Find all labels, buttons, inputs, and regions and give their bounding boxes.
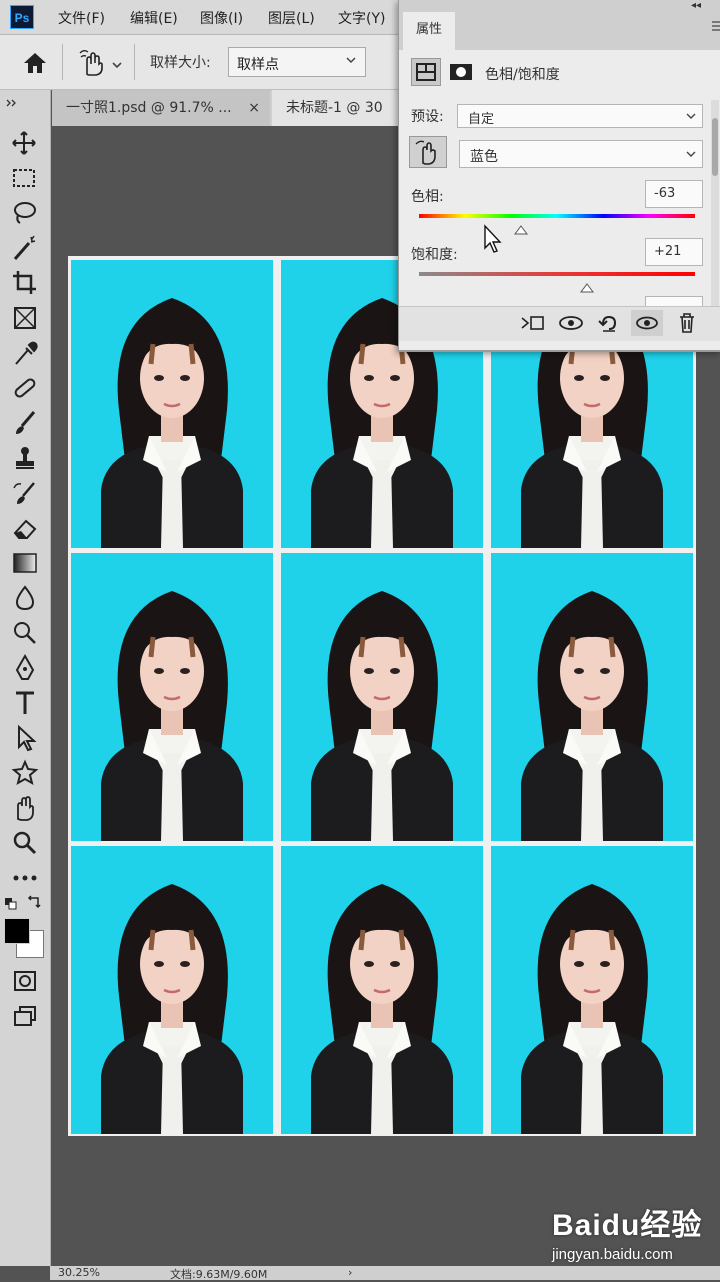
panel-scrollbar[interactable] bbox=[711, 100, 719, 308]
menu-layer[interactable]: 图层(L) bbox=[268, 8, 315, 28]
screen-mode-icon[interactable] bbox=[8, 1001, 42, 1031]
magic-wand-icon[interactable] bbox=[8, 233, 42, 263]
quick-mask-icon[interactable] bbox=[8, 966, 42, 996]
close-icon[interactable]: × bbox=[248, 90, 260, 126]
view-previous-state-icon[interactable] bbox=[557, 312, 585, 334]
menu-file[interactable]: 文件(F) bbox=[58, 8, 105, 28]
swap-colors-icon[interactable] bbox=[26, 894, 42, 910]
watermark-brand: Baidu经验 bbox=[552, 1209, 703, 1242]
lightness-value-field[interactable] bbox=[645, 296, 703, 306]
id-photo bbox=[281, 846, 483, 1134]
preset-select[interactable]: 自定 bbox=[457, 104, 703, 128]
sample-size-select[interactable]: 取样点 bbox=[228, 47, 366, 77]
move-tool-icon[interactable] bbox=[8, 128, 42, 158]
options-divider bbox=[134, 44, 135, 80]
sample-size-value: 取样点 bbox=[237, 57, 279, 73]
hue-label: 色相: bbox=[411, 189, 444, 205]
baidu-watermark: Baidu经验 jingyan.baidu.com bbox=[552, 1200, 702, 1263]
targeted-adjustment-icon[interactable] bbox=[78, 48, 106, 78]
zoom-level[interactable]: 30.25% bbox=[58, 1266, 100, 1279]
saturation-slider-track[interactable] bbox=[419, 272, 695, 276]
properties-panel: ◂◂ 属性 色相/饱和度 预设: 自定 蓝色 色相: -63 饱和度: +21 bbox=[398, 0, 720, 352]
crop-tool-icon[interactable] bbox=[8, 268, 42, 298]
eyedropper-icon[interactable] bbox=[8, 338, 42, 368]
preset-label: 预设: bbox=[411, 109, 444, 125]
id-photo bbox=[491, 846, 693, 1134]
delete-icon[interactable] bbox=[675, 312, 699, 334]
expand-panel-icon[interactable] bbox=[6, 92, 20, 107]
blur-tool-icon[interactable] bbox=[8, 583, 42, 613]
preset-value: 自定 bbox=[468, 112, 495, 127]
tab-properties[interactable]: 属性 bbox=[403, 12, 455, 50]
chevron-down-icon bbox=[345, 54, 357, 70]
id-photo bbox=[281, 553, 483, 841]
menu-edit[interactable]: 编辑(E) bbox=[130, 8, 178, 28]
panel-title: 色相/饱和度 bbox=[485, 67, 560, 83]
id-photo bbox=[71, 260, 273, 548]
more-tools-icon[interactable] bbox=[8, 863, 42, 893]
mouse-cursor-icon bbox=[482, 224, 504, 254]
type-tool-icon[interactable] bbox=[8, 688, 42, 718]
menu-type[interactable]: 文字(Y) bbox=[338, 8, 385, 28]
history-brush-icon[interactable] bbox=[8, 478, 42, 508]
tab-document-2[interactable]: 未标题-1 @ 30 bbox=[272, 90, 402, 126]
adjustment-layer-icon[interactable] bbox=[411, 58, 441, 86]
scrollbar-thumb[interactable] bbox=[712, 118, 718, 176]
eraser-icon[interactable] bbox=[8, 513, 42, 543]
default-colors-icon[interactable] bbox=[4, 896, 18, 910]
tab-document-1[interactable]: 一寸照1.psd @ 91.7% ... × bbox=[52, 90, 270, 126]
chevron-down-icon[interactable] bbox=[110, 56, 124, 69]
path-selection-icon[interactable] bbox=[8, 723, 42, 753]
channel-value: 蓝色 bbox=[470, 149, 498, 165]
tab-label: 未标题-1 @ 30 bbox=[286, 100, 383, 116]
photoshop-logo: Ps bbox=[10, 5, 34, 29]
clip-to-layer-icon[interactable] bbox=[519, 312, 547, 334]
pen-tool-icon[interactable] bbox=[8, 653, 42, 683]
gradient-tool-icon[interactable] bbox=[8, 548, 42, 578]
channel-select[interactable]: 蓝色 bbox=[459, 140, 703, 168]
watermark-url: jingyan.baidu.com bbox=[552, 1246, 673, 1263]
options-divider bbox=[62, 44, 63, 80]
panel-menu-icon[interactable] bbox=[711, 18, 720, 32]
frame-tool-icon[interactable] bbox=[8, 303, 42, 333]
sample-size-label: 取样大小: bbox=[150, 55, 211, 71]
hand-tool-icon[interactable] bbox=[8, 793, 42, 823]
hue-slider-track[interactable] bbox=[419, 214, 695, 218]
custom-shape-icon[interactable] bbox=[8, 758, 42, 788]
chevron-right-icon[interactable]: › bbox=[348, 1266, 352, 1279]
id-photo bbox=[71, 846, 273, 1134]
zoom-tool-icon[interactable] bbox=[8, 828, 42, 858]
saturation-slider-thumb[interactable] bbox=[580, 278, 595, 293]
saturation-label: 饱和度: bbox=[411, 247, 458, 263]
foreground-color-swatch[interactable] bbox=[4, 918, 30, 944]
dodge-tool-icon[interactable] bbox=[8, 618, 42, 648]
id-photo bbox=[71, 553, 273, 841]
lasso-tool-icon[interactable] bbox=[8, 198, 42, 228]
hue-value-field[interactable]: -63 bbox=[645, 180, 703, 208]
marquee-tool-icon[interactable] bbox=[8, 163, 42, 193]
hue-slider-thumb[interactable] bbox=[514, 220, 529, 235]
tab-label: 一寸照1.psd @ 91.7% ... bbox=[66, 100, 232, 116]
chevron-down-icon bbox=[686, 149, 696, 162]
brush-tool-icon[interactable] bbox=[8, 408, 42, 438]
healing-brush-icon[interactable] bbox=[8, 373, 42, 403]
home-icon[interactable] bbox=[20, 50, 50, 76]
id-photo bbox=[491, 553, 693, 841]
status-bar: 30.25% 文档:9.63M/9.60M › bbox=[50, 1266, 720, 1281]
reset-icon[interactable] bbox=[595, 312, 623, 334]
layer-mask-icon[interactable] bbox=[449, 62, 473, 82]
menu-image[interactable]: 图像(I) bbox=[200, 8, 243, 28]
toggle-visibility-icon[interactable] bbox=[631, 310, 663, 336]
chevron-down-icon bbox=[686, 111, 696, 124]
collapse-panel-icon[interactable]: ◂◂ bbox=[691, 0, 701, 11]
document-canvas[interactable] bbox=[68, 256, 696, 1136]
saturation-value-field[interactable]: +21 bbox=[645, 238, 703, 266]
targeted-adjustment-icon[interactable] bbox=[409, 136, 447, 168]
clone-stamp-icon[interactable] bbox=[8, 443, 42, 473]
